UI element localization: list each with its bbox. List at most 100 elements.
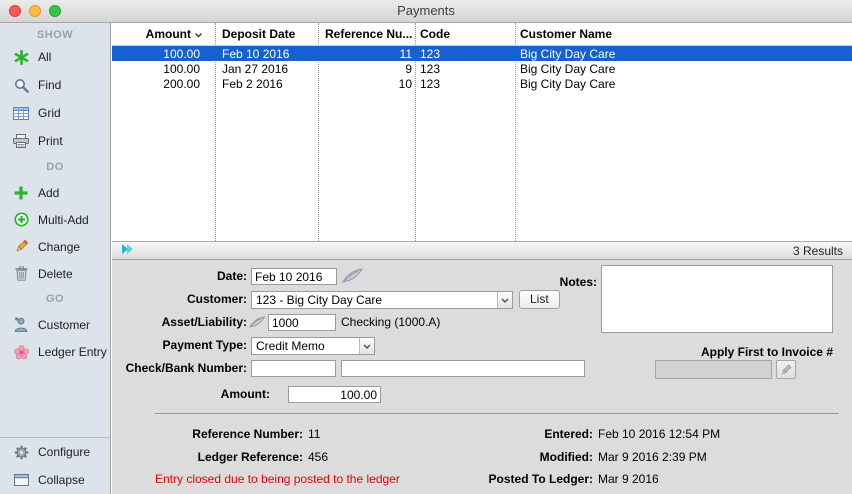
sidebar-item-find[interactable]: Find [0,71,110,99]
detail-panel: Date: Customer: 123 - Big City Day Care … [112,260,852,494]
section-header-show: SHOW [0,23,110,43]
status-bar: 3 Results [112,241,852,260]
search-icon [12,78,30,93]
sidebar-item-all[interactable]: All [0,43,110,71]
cell-deposit-date: Feb 2 2016 [215,77,318,91]
column-header-code[interactable]: Code [415,27,515,41]
modified-value: Mar 9 2016 2:39 PM [598,449,707,466]
apply-invoice-edit-button [776,360,796,379]
sidebar-item-print[interactable]: Print [0,127,110,155]
payments-table: Amount Deposit Date Reference Nu... Code… [112,23,852,241]
printer-icon [12,134,30,148]
sidebar-item-label: Configure [38,445,90,459]
notes-textarea[interactable] [601,265,833,333]
customer-dropdown[interactable]: 123 - Big City Day Care [251,291,513,309]
sidebar-item-label: Change [38,240,80,254]
column-header-customer-name[interactable]: Customer Name [515,27,852,41]
pencil-icon [12,239,30,254]
date-input[interactable] [251,268,337,285]
cell-customer-name: Big City Day Care [515,77,852,91]
column-header-reference-number[interactable]: Reference Nu... [318,27,415,41]
sidebar-item-label: Collapse [38,473,85,487]
chevron-down-icon [497,292,512,308]
modified-label: Modified: [412,449,593,466]
sidebar-item-configure[interactable]: Configure [0,438,110,466]
sidebar-item-label: All [38,50,51,64]
circle-plus-icon [12,212,30,227]
customer-dropdown-value: 123 - Big City Day Care [252,293,497,307]
cell-amount: 200.00 [112,77,215,91]
chevron-down-icon [359,338,374,354]
trash-icon [12,266,30,281]
sidebar: SHOW All Find Grid Print DO Add Multi-Ad… [0,23,111,494]
divider [155,413,839,414]
plus-icon [12,186,30,200]
date-label: Date: [112,268,247,285]
apply-first-to-invoice-label: Apply First to Invoice # [532,344,833,361]
table-row[interactable]: 100.00 Feb 10 2016 11 123 Big City Day C… [112,46,852,61]
payment-type-label: Payment Type: [112,337,247,354]
flower-icon [12,345,30,360]
column-header-amount[interactable]: Amount [112,27,215,41]
section-header-do: DO [0,155,110,179]
sidebar-item-multi-add[interactable]: Multi-Add [0,206,110,233]
asset-account-input[interactable] [268,314,336,331]
reference-number-value: 11 [308,426,320,443]
amount-label: Amount: [112,386,270,403]
titlebar: Payments [0,0,852,23]
window-title: Payments [0,0,852,22]
column-header-label: Amount [146,27,191,41]
sidebar-item-label: Print [38,134,63,148]
apply-invoice-input [655,360,772,379]
grid-icon [12,107,30,120]
list-button[interactable]: List [519,290,560,309]
results-count: 3 Results [793,244,843,258]
entered-label: Entered: [412,426,593,443]
entered-value: Feb 10 2016 12:54 PM [598,426,720,443]
cell-deposit-date: Feb 10 2016 [215,47,318,61]
reference-number-label: Reference Number: [112,426,303,443]
gear-icon [12,445,30,460]
payment-type-dropdown-value: Credit Memo [252,339,359,353]
ledger-reference-label: Ledger Reference: [112,449,303,466]
sidebar-item-collapse[interactable]: Collapse [0,466,110,494]
sidebar-item-label: Ledger Entry [38,345,107,359]
sidebar-item-add[interactable]: Add [0,179,110,206]
cell-customer-name: Big City Day Care [515,47,852,61]
cell-amount: 100.00 [112,47,215,61]
person-icon [12,317,30,332]
sidebar-item-label: Grid [38,106,61,120]
payments-window: Payments SHOW All Find Grid Print DO Add… [0,0,852,494]
sidebar-item-label: Add [38,186,59,200]
amount-input[interactable] [288,386,381,403]
payment-type-dropdown[interactable]: Credit Memo [251,337,375,355]
cell-reference-number: 9 [318,62,415,76]
sidebar-item-delete[interactable]: Delete [0,260,110,287]
sidebar-item-change[interactable]: Change [0,233,110,260]
check-number-memo-input[interactable] [341,360,585,377]
main-area: Amount Deposit Date Reference Nu... Code… [112,23,852,494]
sidebar-item-customer[interactable]: Customer [0,311,110,338]
check-number-input[interactable] [251,360,336,377]
window-icon [12,474,30,486]
cell-reference-number: 11 [318,47,415,61]
table-header: Amount Deposit Date Reference Nu... Code… [112,23,852,46]
posted-to-ledger-value: Mar 9 2016 [598,471,659,488]
cell-customer-name: Big City Day Care [515,62,852,76]
asterisk-icon [12,50,30,65]
sidebar-item-label: Customer [38,318,90,332]
quill-icon[interactable] [342,268,364,283]
posted-to-ledger-label: Posted To Ledger: [412,471,593,488]
table-row[interactable]: 200.00 Feb 2 2016 10 123 Big City Day Ca… [112,76,852,91]
cell-amount: 100.00 [112,62,215,76]
table-row[interactable]: 100.00 Jan 27 2016 9 123 Big City Day Ca… [112,61,852,76]
cell-deposit-date: Jan 27 2016 [215,62,318,76]
sidebar-item-grid[interactable]: Grid [0,99,110,127]
notes-label: Notes: [497,274,597,291]
asset-account-description: Checking (1000.A) [341,314,440,331]
cell-reference-number: 10 [318,77,415,91]
sidebar-item-ledger-entry[interactable]: Ledger Entry [0,338,110,366]
quill-icon[interactable] [249,316,266,328]
sidebar-spacer [0,366,110,437]
column-header-deposit-date[interactable]: Deposit Date [215,27,318,41]
